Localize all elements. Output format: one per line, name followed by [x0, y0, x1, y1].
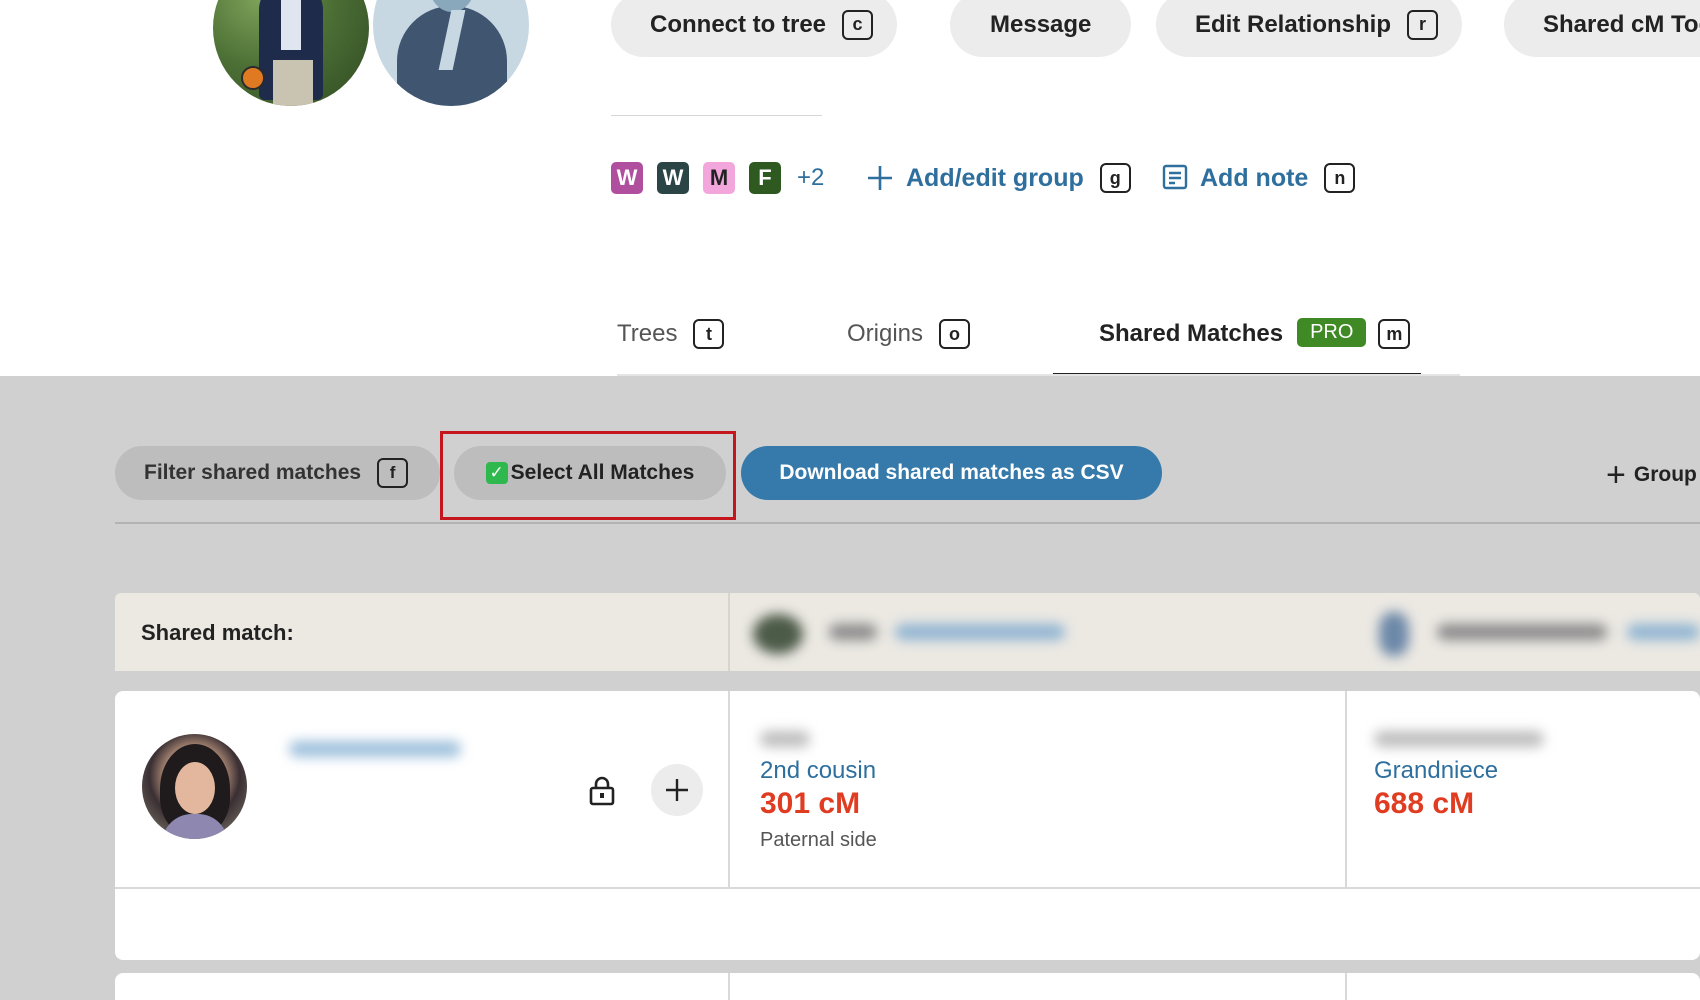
blurred-sort-link: [1627, 624, 1700, 640]
side-label: Paternal side: [760, 829, 877, 851]
table-header: Shared match:: [115, 593, 1700, 671]
highlight-outline: [440, 431, 736, 520]
shared-match-header: Shared match:: [141, 620, 294, 645]
column-divider: [1345, 691, 1347, 889]
connect-to-tree-button[interactable]: Connect to tree c: [611, 0, 898, 57]
shortcut-key: f: [377, 458, 409, 488]
plus-icon: +: [1606, 456, 1626, 494]
column-divider: [728, 691, 730, 889]
pro-badge: PRO: [1297, 318, 1367, 347]
group-tag[interactable]: W: [657, 162, 689, 194]
edit-relationship-button[interactable]: Edit Relationship r: [1156, 0, 1463, 57]
filter-shared-matches-button[interactable]: Filter shared matches f: [115, 446, 440, 500]
group-tag[interactable]: W: [611, 162, 643, 194]
group-button[interactable]: + Group: [1606, 458, 1697, 492]
shortcut-key: r: [1407, 9, 1439, 40]
avatar[interactable]: [142, 734, 247, 839]
group-tags: W W M F +2: [611, 162, 824, 194]
plus-icon: [868, 166, 892, 190]
profile-header: Connect to tree c Message Edit Relations…: [0, 0, 1700, 376]
shared-cm-tool-button[interactable]: Shared cM Too: [1504, 0, 1700, 57]
shared-cm-you: 301 cM: [760, 787, 861, 820]
blurred-match-name[interactable]: [289, 741, 461, 757]
tab-origins[interactable]: Origins o: [847, 319, 971, 376]
table-row: 2nd cousin 301 cM Paternal side Grandnie…: [115, 691, 1700, 889]
plus-icon: [666, 779, 688, 801]
add-edit-group-button[interactable]: Add/edit group g: [866, 163, 1131, 193]
shared-matches-panel: Filter shared matches f ✓ Select All Mat…: [0, 376, 1700, 1000]
shared-match-card: 2nd cousin 301 cM Paternal side Grandnie…: [115, 691, 1700, 960]
column-divider: [728, 593, 730, 671]
shortcut-key: n: [1324, 163, 1356, 193]
column-divider: [728, 973, 730, 1000]
relationship-other[interactable]: Grandniece: [1374, 757, 1498, 785]
shortcut-key: m: [1378, 319, 1411, 349]
group-tag[interactable]: M: [703, 162, 735, 194]
shared-match-card: [115, 973, 1700, 1000]
blurred-avatar: [1379, 612, 1409, 656]
blurred-name: [1437, 624, 1607, 640]
blurred-sort-link: [895, 624, 1065, 640]
tab-shared-matches[interactable]: Shared Matches PRO m: [1053, 318, 1421, 376]
divider: [611, 115, 822, 116]
shared-matches-toolbar: Filter shared matches f ✓ Select All Mat…: [115, 431, 1700, 524]
blurred-avatar: [753, 614, 803, 654]
group-tag[interactable]: F: [749, 162, 781, 194]
download-csv-button[interactable]: Download shared matches as CSV: [741, 446, 1162, 500]
blurred-name: [829, 624, 877, 640]
lock-icon: [589, 776, 615, 806]
badge-icon: [241, 66, 265, 90]
blurred-name: [760, 731, 810, 747]
more-groups-count[interactable]: +2: [797, 164, 824, 192]
message-button[interactable]: Message: [950, 0, 1132, 57]
tab-trees[interactable]: Trees t: [617, 319, 725, 376]
relationship-you[interactable]: 2nd cousin: [760, 757, 876, 785]
shared-cm-other: 688 cM: [1374, 787, 1475, 820]
shortcut-key: t: [693, 319, 725, 349]
column-divider: [1345, 973, 1347, 1000]
blurred-name: [1374, 731, 1544, 747]
add-note-button[interactable]: Add note n: [1162, 163, 1356, 193]
add-to-group-button[interactable]: [651, 764, 703, 816]
shortcut-key: o: [939, 319, 971, 349]
shortcut-key: c: [842, 9, 874, 40]
my-avatar: [213, 0, 369, 106]
match-avatar-placeholder: [373, 0, 529, 106]
shortcut-key: g: [1099, 163, 1131, 193]
note-icon: [1162, 164, 1188, 190]
